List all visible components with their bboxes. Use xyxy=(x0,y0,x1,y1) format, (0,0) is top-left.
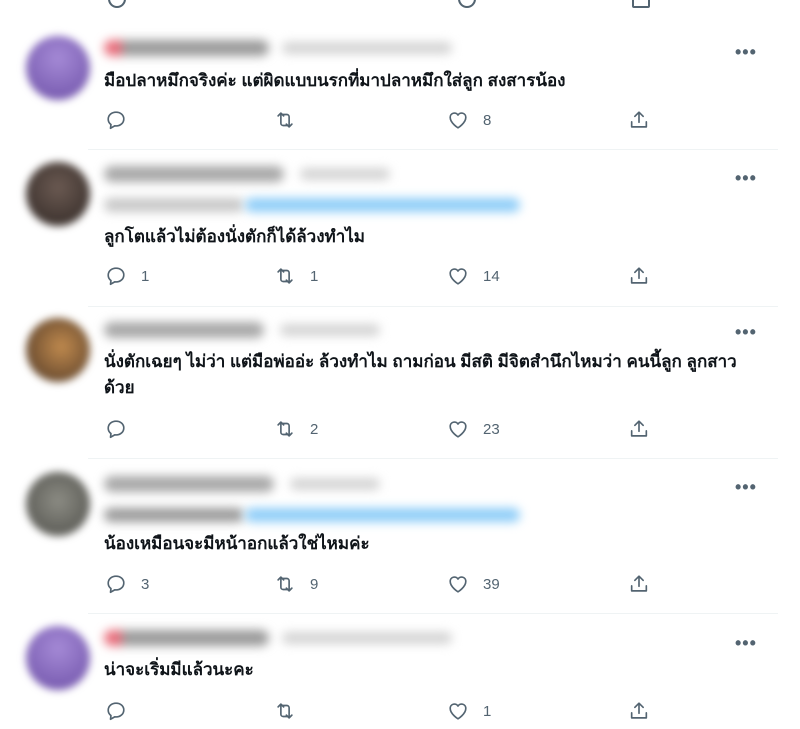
reply-button[interactable] xyxy=(105,700,141,722)
tweet-5[interactable]: ••• น่าจะเริ่มมีแล้วนะคะ 1 xyxy=(0,0,800,729)
like-button[interactable]: 1 xyxy=(447,700,491,722)
more-icon[interactable]: ••• xyxy=(735,634,757,652)
avatar[interactable] xyxy=(26,626,90,690)
heart-icon xyxy=(449,703,467,720)
retweet-icon xyxy=(277,703,293,719)
author-handle-blurred xyxy=(282,632,452,644)
tweet-actions: 1 xyxy=(0,700,800,724)
author-name-blurred xyxy=(104,630,269,646)
share-button[interactable] xyxy=(628,700,650,722)
tweet-text: น่าจะเริ่มมีแล้วนะคะ xyxy=(104,660,254,679)
reply-icon xyxy=(107,702,125,721)
share-icon xyxy=(630,702,648,719)
retweet-button[interactable] xyxy=(274,700,310,722)
like-count: 1 xyxy=(483,702,492,720)
